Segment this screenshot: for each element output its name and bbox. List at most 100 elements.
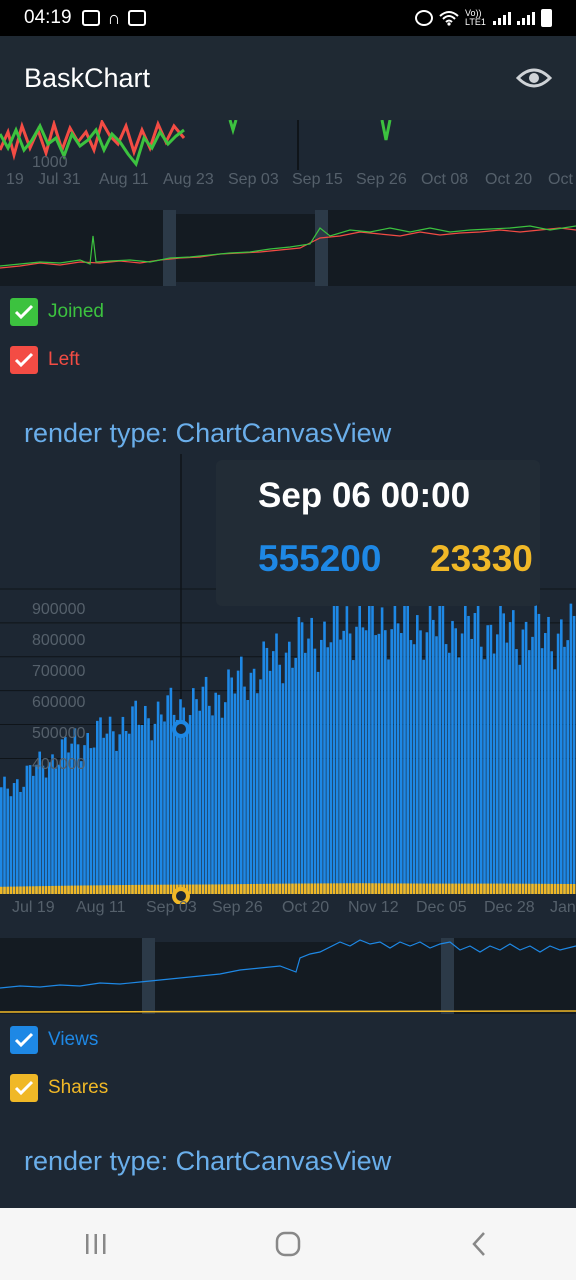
volte-icon: Vo)) LTE1 (465, 8, 486, 27)
views-bar (460, 633, 464, 894)
views-bar (483, 659, 486, 894)
views-bar (435, 636, 438, 894)
shares-bar (115, 885, 118, 894)
views-bar (121, 716, 125, 894)
views-bar (28, 765, 32, 894)
checkbox-views[interactable] (10, 1026, 38, 1054)
shares-bar (38, 886, 41, 894)
views-bar (48, 762, 51, 894)
shares-bar (243, 884, 246, 894)
views-bar (342, 630, 345, 894)
shares-bar (230, 884, 233, 894)
views-bar (422, 659, 425, 894)
scroll-content[interactable]: 1000 19 Jul 31 Aug 11 Aug 23 Sep 03 Sep … (0, 120, 576, 1208)
shares-bar (124, 885, 128, 894)
date-tick-aug-23: Aug 23 (163, 171, 214, 188)
views-bar (150, 740, 153, 894)
shares-bar (304, 883, 307, 894)
shares-bar (259, 883, 262, 894)
y-tick-1000: 1000 (32, 154, 68, 170)
shares-bar (524, 883, 528, 894)
date-tick-oct: Oct (548, 171, 573, 188)
y-tick-800000: 800000 (32, 632, 86, 649)
legend-views[interactable]: Views (10, 1026, 98, 1054)
views-bar (16, 779, 19, 894)
views-bar (400, 633, 403, 894)
checkbox-joined[interactable] (10, 298, 38, 326)
back-icon[interactable] (450, 1224, 510, 1264)
shares-bar (419, 883, 422, 894)
preview-unselected-left (0, 210, 163, 286)
shares-bar (412, 883, 416, 894)
views-bar (134, 700, 137, 894)
views-bar (214, 692, 217, 894)
views-bar (19, 791, 22, 894)
shares-bar (444, 883, 448, 894)
views-bar (118, 734, 121, 894)
x-tick-dec-28: Dec 28 (484, 899, 535, 916)
views-bar (124, 730, 128, 894)
shares-bar (48, 885, 51, 894)
views-bar (262, 641, 265, 894)
views-bar (304, 652, 307, 894)
status-time: 04:19 (24, 7, 72, 28)
views-bar (224, 702, 227, 894)
views-bar (502, 613, 505, 894)
views-bar (272, 651, 275, 894)
views-bar (492, 653, 496, 894)
views-bar (6, 788, 9, 894)
views-bar (512, 610, 515, 894)
home-icon[interactable] (258, 1224, 318, 1264)
date-tick-oct-08: Oct 08 (421, 171, 469, 188)
views-bar (566, 640, 569, 894)
views-bar (499, 596, 502, 894)
views-bar (220, 717, 224, 894)
views-bar (3, 776, 6, 894)
headset-icon: ∩ (107, 7, 121, 28)
views-bar (297, 617, 301, 894)
date-tick-sep-15: Sep 15 (292, 171, 343, 188)
views-shares-preview[interactable] (0, 936, 576, 1016)
views-bar (195, 699, 198, 894)
views-bar (441, 600, 445, 894)
shares-bar (208, 884, 211, 894)
shares-bar (438, 883, 441, 894)
views-bar (115, 750, 118, 894)
shares-bar (80, 885, 83, 894)
joined-left-preview[interactable] (0, 208, 576, 288)
shares-bar (326, 883, 329, 894)
views-bar (329, 642, 333, 894)
views-bar (35, 764, 38, 894)
shares-bar (51, 885, 54, 894)
legend-shares[interactable]: Shares (10, 1074, 108, 1102)
checkbox-left[interactable] (10, 346, 38, 374)
legend-left[interactable]: Left (10, 346, 80, 374)
x-tick-jan: Jan (550, 899, 576, 916)
shares-bar (300, 883, 304, 894)
legend-joined[interactable]: Joined (10, 298, 104, 326)
y-tick-700000: 700000 (32, 663, 86, 680)
views-bar (265, 647, 269, 894)
shares-bar (9, 886, 13, 894)
eye-icon[interactable] (516, 60, 552, 96)
shares-bar (307, 883, 310, 894)
views-bar (92, 747, 96, 894)
views-bar (348, 633, 352, 894)
shares-bar (416, 883, 419, 894)
views-bar (172, 714, 176, 894)
shares-bar (70, 885, 73, 894)
signal-icon-2 (517, 11, 535, 25)
shares-bar (569, 883, 573, 894)
views-bar (156, 701, 160, 894)
shares-bar (211, 884, 214, 894)
recent-apps-icon[interactable] (66, 1224, 126, 1264)
shares-bar (220, 884, 224, 894)
views-bar (307, 638, 310, 894)
views-bar (387, 659, 390, 894)
checkbox-shares[interactable] (10, 1074, 38, 1102)
views-bar (470, 638, 473, 894)
shares-bar (60, 885, 64, 894)
app-bar: BaskChart (0, 36, 576, 120)
shares-bar (6, 886, 9, 894)
views-bar (448, 652, 451, 894)
